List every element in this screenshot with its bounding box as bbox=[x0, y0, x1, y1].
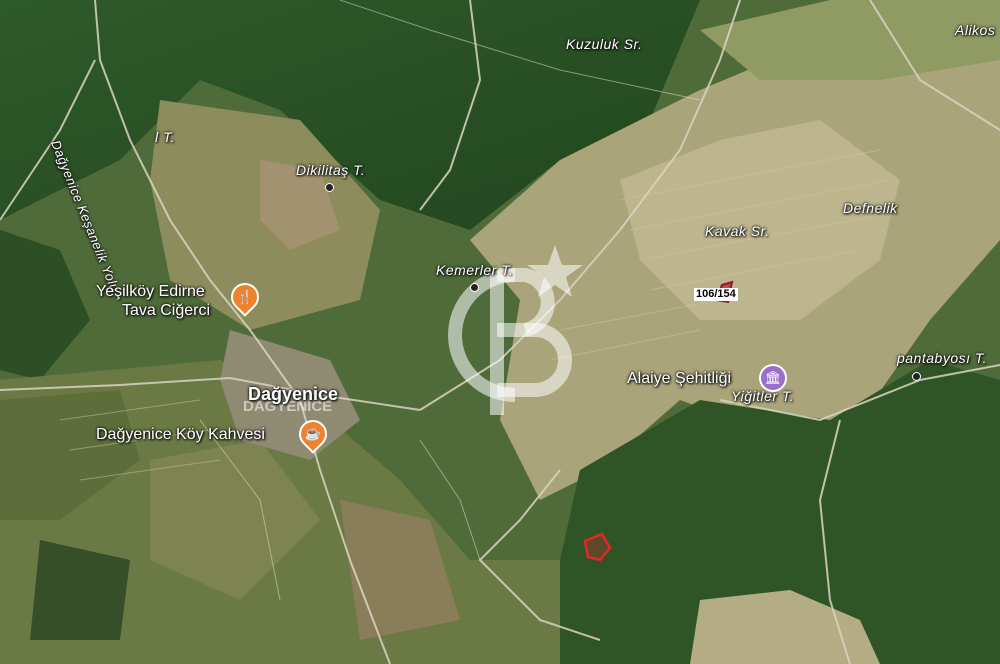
memorial-pin[interactable]: 🏛 bbox=[759, 364, 787, 392]
satellite-map[interactable]: Kuzuluk Sr. Alikos Dağyenice Keşanelik Y… bbox=[0, 0, 1000, 664]
label-kavak: Kavak Sr. bbox=[705, 223, 770, 239]
poi-memorial-name[interactable]: Alaiye Şehitliği bbox=[627, 370, 731, 388]
peak-dot bbox=[912, 372, 921, 381]
parcel-number-label[interactable]: 106/154 bbox=[694, 288, 738, 301]
monument-icon: 🏛 bbox=[764, 370, 782, 385]
label-kesel: l T. bbox=[155, 129, 176, 145]
poi-restaurant-name-line2[interactable]: Tava Ciğerci bbox=[122, 302, 210, 320]
label-dikilitas: Dikilitaş T. bbox=[296, 162, 366, 178]
label-defnelik: Defnelik bbox=[843, 200, 898, 216]
fork-knife-icon: 🍴 bbox=[236, 289, 254, 304]
label-kemerler: Kemerler T. bbox=[436, 262, 514, 278]
poi-cafe-name[interactable]: Dağyenice Köy Kahvesi bbox=[96, 426, 265, 444]
label-yigitler: Yiğitler T. bbox=[731, 388, 795, 404]
label-kuzuluk: Kuzuluk Sr. bbox=[566, 36, 643, 52]
label-dagyenice[interactable]: Dağyenice bbox=[248, 384, 338, 405]
peak-dot bbox=[470, 283, 479, 292]
coffee-cup-icon: ☕ bbox=[304, 426, 322, 441]
poi-restaurant-name[interactable]: Yeşilköy Edirne bbox=[96, 283, 205, 301]
label-alikos: Alikos bbox=[955, 22, 996, 38]
label-pantabyosi: pantabyosı T. bbox=[897, 350, 988, 366]
peak-dot bbox=[325, 183, 334, 192]
